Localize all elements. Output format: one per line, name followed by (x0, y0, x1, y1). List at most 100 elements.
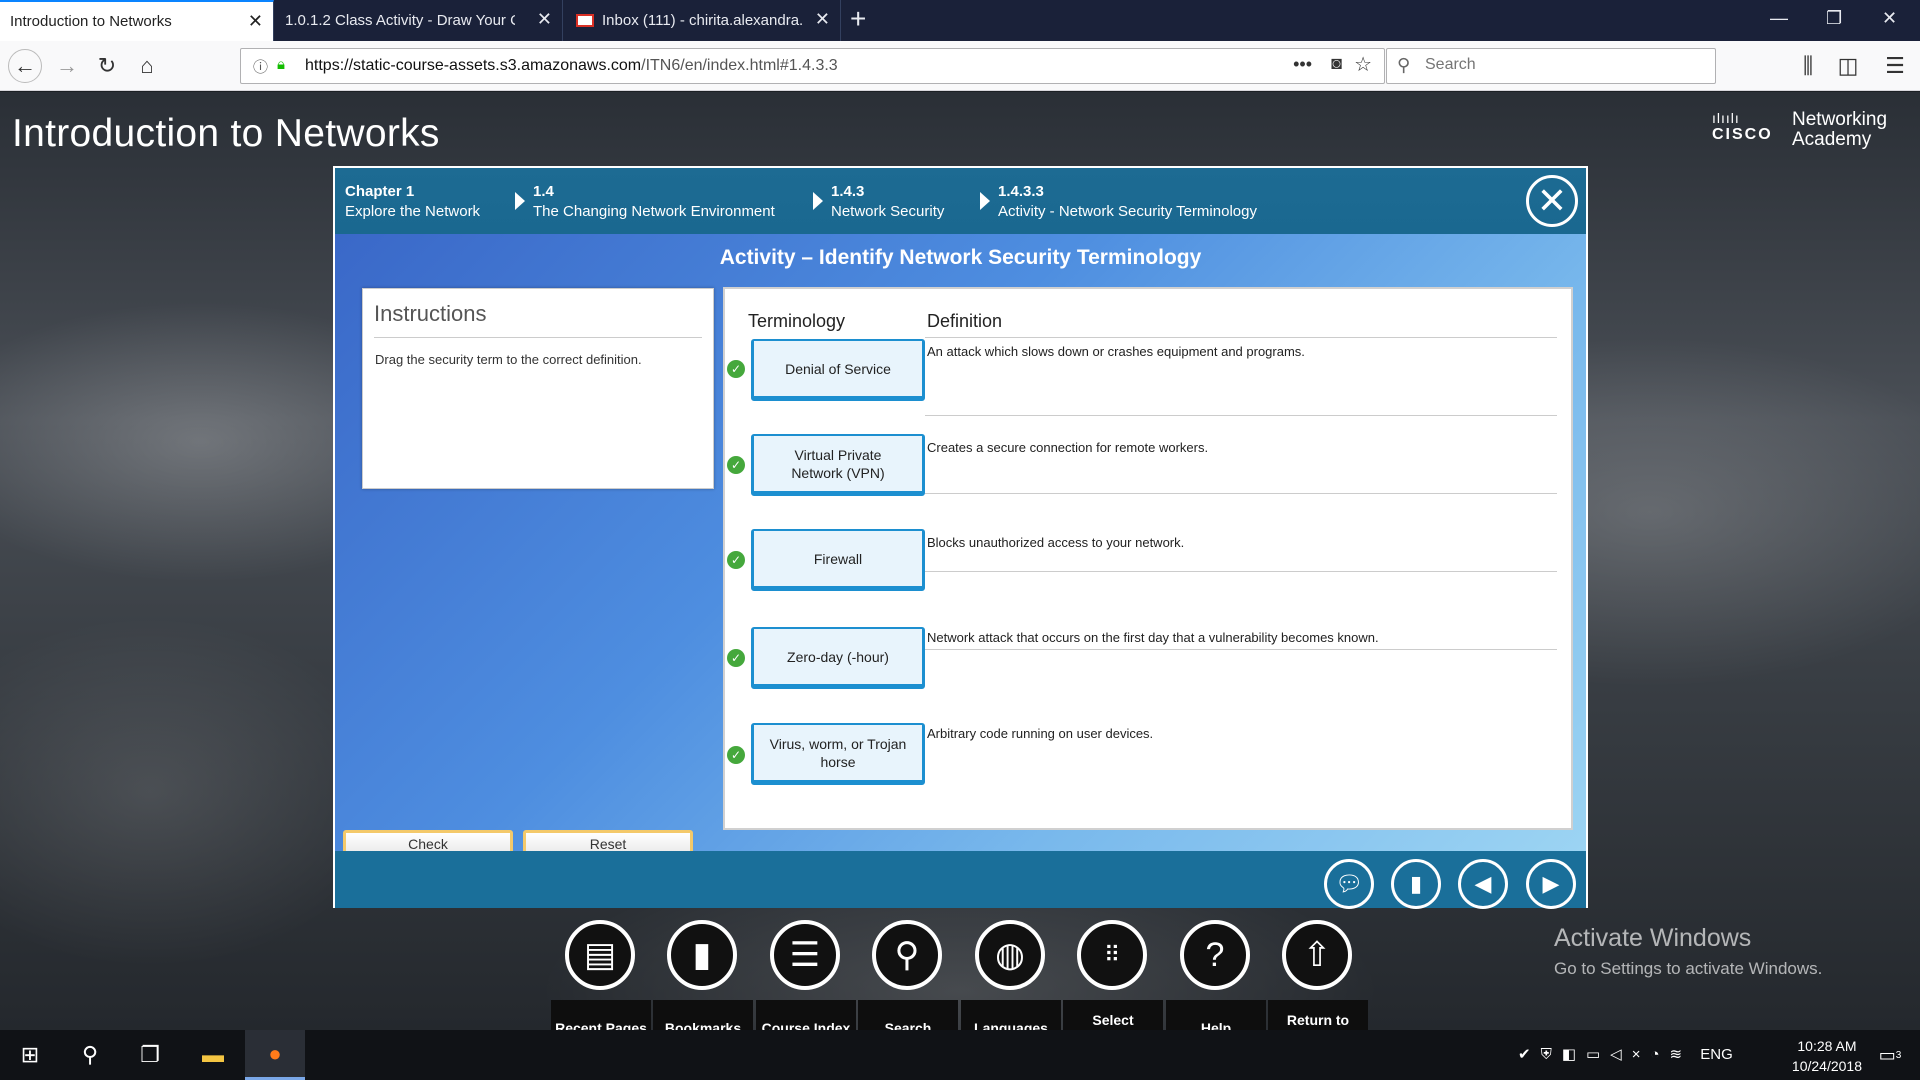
notifications-icon[interactable]: ▭ 3 (1860, 1030, 1920, 1080)
cisco-wordmark: CISCO (1712, 126, 1773, 143)
check-icon: ✓ (727, 746, 745, 764)
term-card-virus-worm-trojan[interactable]: Virus, worm, or Trojan horse (751, 723, 925, 785)
nav-label: Return to Class (1268, 1000, 1368, 1030)
definition-header: Definition (927, 311, 1003, 331)
nav-search[interactable]: ⚲ Search (858, 920, 958, 1030)
nav-help[interactable]: ? Help (1166, 920, 1266, 1030)
comment-icon[interactable]: 💬︎ (1324, 859, 1374, 909)
term-card-firewall[interactable]: Firewall (751, 529, 925, 591)
home-icon[interactable]: ⌂ (132, 51, 162, 81)
nav-recent-pages[interactable]: ▤ Recent Pages (551, 920, 651, 1030)
definition-text: Network attack that occurs on the first … (927, 630, 1379, 645)
forward-icon[interactable]: → (52, 51, 82, 81)
next-page-icon[interactable]: ▶ (1526, 859, 1576, 909)
tab-label: 1.0.1.2 Class Activity - Draw Your Co (285, 12, 515, 29)
file-explorer-icon[interactable]: ▬ (183, 1030, 243, 1080)
terminology-board: Terminology Definition ✓ Denial of Servi… (723, 287, 1573, 830)
nav-select-background[interactable]: ⠿ Select Background (1063, 920, 1163, 1030)
definition-text: An attack which slows down or crashes eq… (927, 344, 1305, 359)
arrow-up-icon: ⇧ (1282, 920, 1352, 990)
back-icon[interactable]: ← (8, 49, 42, 83)
browser-nav-bar: ← → ↻ ⌂ ⓘ 🔒︎ https://static-course-asset… (0, 41, 1920, 91)
close-tab-icon[interactable]: ✕ (537, 10, 552, 28)
tab-introduction-to-networks[interactable]: Introduction to Networks ✕ (0, 0, 274, 41)
chevron-right-icon (515, 192, 525, 210)
lock-icon: 🔒︎ (277, 56, 285, 73)
new-tab-button[interactable]: + (850, 4, 866, 34)
row-divider (925, 415, 1557, 416)
tab-class-activity[interactable]: 1.0.1.2 Class Activity - Draw Your Co ✕ (275, 0, 563, 41)
gmail-icon (576, 14, 594, 27)
close-tab-icon[interactable]: ✕ (248, 12, 263, 30)
windows-start-icon[interactable]: ⊞ (0, 1030, 60, 1080)
logo-text: Networking Academy (1792, 110, 1887, 150)
nav-return-to-class[interactable]: ⇧ Return to Class (1268, 920, 1368, 1030)
row-divider (925, 649, 1557, 650)
watermark-line2: Go to Settings to activate Windows. (1554, 959, 1823, 978)
search-bar[interactable]: ⚲ (1386, 48, 1716, 84)
check-icon: ✓ (727, 551, 745, 569)
star-icon[interactable]: ☆ (1354, 52, 1372, 77)
breadcrumb-topic[interactable]: 1.4.3 Network Security (831, 182, 944, 222)
crumb-label: The Changing Network Environment (533, 203, 775, 220)
watermark-line1: Activate Windows (1554, 924, 1752, 952)
url-domain: https://static-course-assets.s3.amazonaw… (305, 57, 642, 74)
task-view-icon[interactable]: ❐ (120, 1030, 180, 1080)
close-activity-button[interactable]: ✕ (1526, 175, 1578, 227)
tab-inbox[interactable]: Inbox (111) - chirita.alexandra. ✕ (564, 0, 841, 41)
language-indicator[interactable]: ENG (1700, 1046, 1733, 1063)
tray-icons[interactable]: ✔⛨◧▭◁×◔≋ (1518, 1046, 1692, 1063)
sidebar-icon[interactable]: ◫ (1833, 51, 1863, 81)
help-icon: ? (1180, 920, 1250, 990)
previous-page-icon[interactable]: ◀ (1458, 859, 1508, 909)
nav-languages[interactable]: ◍ Languages (961, 920, 1061, 1030)
instructions-text: Drag the security term to the correct de… (375, 352, 642, 367)
breadcrumb-chapter[interactable]: Chapter 1 Explore the Network (345, 182, 480, 222)
hamburger-menu-icon[interactable]: ☰ (1880, 51, 1910, 81)
system-tray: ✔⛨◧▭◁×◔≋ ENG (1518, 1045, 1733, 1063)
url-text: https://static-course-assets.s3.amazonaw… (305, 57, 838, 75)
restore-icon[interactable]: ❐ (1826, 8, 1842, 29)
grid-icon: ⠿ (1077, 920, 1147, 990)
nav-label: Search (858, 1000, 958, 1030)
breadcrumb-activity[interactable]: 1.4.3.3 Activity - Network Security Termi… (998, 182, 1257, 222)
nav-course-index[interactable]: ☰ Course Index (756, 920, 856, 1030)
term-card-zero-day[interactable]: Zero-day (-hour) (751, 627, 925, 689)
term-card-denial-of-service[interactable]: Denial of Service (751, 339, 925, 401)
course-title: Introduction to Networks (12, 112, 440, 155)
activate-windows-watermark: Activate Windows Go to Settings to activ… (1554, 924, 1822, 979)
clock-time: 10:28 AM (1797, 1038, 1857, 1054)
bookmark-icon: ▮ (667, 920, 737, 990)
breadcrumb-section[interactable]: 1.4 The Changing Network Environment (533, 182, 775, 222)
search-input[interactable] (1425, 56, 1705, 74)
term-card-vpn[interactable]: Virtual Private Network (VPN) (751, 434, 925, 496)
nav-label: Bookmarks (653, 1000, 753, 1030)
minimize-icon[interactable]: — (1770, 8, 1788, 29)
globe-icon: ◍ (975, 920, 1045, 990)
nav-bookmarks[interactable]: ▮ Bookmarks (653, 920, 753, 1030)
close-tab-icon[interactable]: ✕ (815, 10, 830, 28)
course-page: Introduction to Networks ılıılı CISCO Ne… (0, 92, 1920, 1030)
activity-footer: 💬︎ ▮ ◀ ▶ (335, 851, 1586, 909)
info-icon[interactable]: ⓘ (253, 56, 268, 77)
library-icon[interactable]: ⫼ (1793, 51, 1823, 81)
definition-text: Creates a secure connection for remote w… (927, 440, 1209, 455)
check-icon: ✓ (727, 649, 745, 667)
cortana-search-icon[interactable]: ⚲ (60, 1030, 120, 1080)
more-actions-icon[interactable]: ••• (1293, 54, 1312, 75)
nav-label: Course Index (756, 1000, 856, 1030)
window-close-icon[interactable]: ✕ (1882, 8, 1897, 29)
search-icon: ⚲ (1397, 55, 1411, 75)
definition-text: Blocks unauthorized access to your netwo… (927, 535, 1185, 550)
activity-stage: Activity – Identify Network Security Ter… (335, 234, 1586, 858)
firefox-icon[interactable]: ● (245, 1030, 305, 1080)
check-icon: ✓ (727, 456, 745, 474)
browser-tab-bar: Introduction to Networks ✕ 1.0.1.2 Class… (0, 0, 1920, 41)
bookmark-icon[interactable]: ▮ (1391, 859, 1441, 909)
pocket-icon[interactable]: ◙ (1331, 53, 1342, 74)
reload-icon[interactable]: ↻ (92, 51, 122, 81)
chevron-right-icon (813, 192, 823, 210)
clock[interactable]: 10:28 AM 10/24/2018 (1792, 1036, 1862, 1076)
logo-line2: Academy (1792, 129, 1872, 150)
url-bar[interactable]: ⓘ 🔒︎ https://static-course-assets.s3.ama… (240, 48, 1385, 84)
